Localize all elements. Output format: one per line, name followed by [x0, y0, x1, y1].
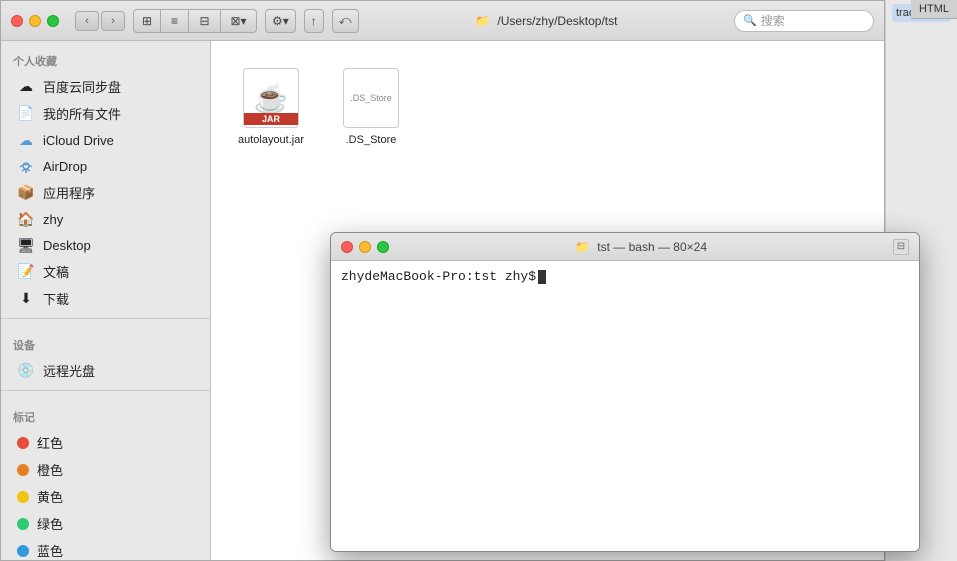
sidebar-item-label: 下载 [43, 289, 69, 308]
terminal-window: 📁 tst — bash — 80×24 ⊟ zhydeMacBook-Pro:… [330, 232, 920, 552]
sidebar-item-label: 黄色 [37, 487, 63, 506]
airdrop-icon [17, 157, 35, 175]
yellow-dot [17, 491, 29, 503]
back-arrow-button[interactable]: ⤺ [332, 9, 359, 33]
sidebar-item-label: 绿色 [37, 514, 63, 533]
sidebar-item-label: Desktop [43, 238, 91, 253]
close-button[interactable] [11, 15, 23, 27]
sidebar-item-green[interactable]: 绿色 [5, 510, 206, 537]
ds-store-icon-inner: .DS_Store [343, 68, 399, 128]
jar-icon-inner: ☕ JAR [243, 68, 299, 128]
sidebar-item-orange[interactable]: 橙色 [5, 456, 206, 483]
terminal-fullscreen-button[interactable] [377, 241, 389, 253]
view-column-button[interactable]: ⊟ [189, 9, 221, 33]
orange-dot [17, 464, 29, 476]
file-item-jar[interactable]: ☕ JAR autolayout.jar [231, 61, 311, 151]
action-gear-button[interactable]: ⚙▾ [265, 9, 296, 33]
coffee-emoji: ☕ [254, 82, 289, 115]
terminal-title-text: tst — bash — 80×24 [597, 240, 707, 254]
forward-button[interactable]: › [101, 11, 125, 31]
disc-icon: 💿 [17, 362, 35, 380]
sidebar-item-label: iCloud Drive [43, 133, 114, 148]
minimize-button[interactable] [29, 15, 41, 27]
icloud-icon: ☁ [17, 131, 35, 149]
jar-icon: ☕ JAR [239, 66, 303, 130]
sidebar-divider [1, 318, 210, 319]
sidebar-item-red[interactable]: 红色 [5, 429, 206, 456]
devices-label: 设备 [1, 325, 210, 357]
home-icon: 🏠 [17, 210, 35, 228]
terminal-close-button[interactable] [341, 241, 353, 253]
sidebar-item-documents[interactable]: 📝 文稿 [5, 258, 206, 285]
share-button[interactable]: ↑ [304, 9, 324, 33]
sidebar-item-label: 文稿 [43, 262, 69, 281]
sidebar-item-yellow[interactable]: 黄色 [5, 483, 206, 510]
view-toggle-group: ⊞ ≡ ⊟ ⊠▾ [133, 9, 257, 33]
red-dot [17, 437, 29, 449]
dsstore-icon: .DS_Store [339, 66, 403, 130]
path-display: 📁 /Users/zhy/Desktop/tst [367, 14, 726, 28]
view-cover-button[interactable]: ⊠▾ [221, 9, 257, 33]
sidebar: 个人收藏 ☁ 百度云同步盘 📄 我的所有文件 ☁ iCloud Drive [1, 41, 211, 560]
sidebar-item-label: 红色 [37, 433, 63, 452]
favorites-label: 个人收藏 [1, 41, 210, 73]
sidebar-item-label: 远程光盘 [43, 361, 95, 380]
terminal-cursor [538, 270, 546, 284]
terminal-title: 📁 tst — bash — 80×24 [397, 240, 885, 254]
terminal-minimize-button[interactable] [359, 241, 371, 253]
file-name-dsstore: .DS_Store [346, 134, 397, 146]
desktop-icon: 🖥 [17, 236, 35, 254]
sidebar-item-blue[interactable]: 蓝色 [5, 537, 206, 560]
terminal-prompt-line: zhydeMacBook-Pro:tst zhy$ [341, 269, 909, 284]
path-folder-icon: 📁 [475, 14, 490, 28]
allfiles-icon: 📄 [17, 105, 35, 123]
terminal-folder-icon: 📁 [575, 240, 593, 254]
sidebar-item-label: 蓝色 [37, 541, 63, 560]
tags-label: 标记 [1, 397, 210, 429]
sidebar-item-label: 橙色 [37, 460, 63, 479]
view-list-button[interactable]: ≡ [161, 9, 189, 33]
baidu-cloud-icon: ☁ [17, 78, 35, 96]
fullscreen-button[interactable] [47, 15, 59, 27]
sidebar-item-airdrop[interactable]: AirDrop [5, 153, 206, 179]
path-text: /Users/zhy/Desktop/tst [497, 14, 617, 28]
sidebar-divider-2 [1, 390, 210, 391]
terminal-body[interactable]: zhydeMacBook-Pro:tst zhy$ [331, 261, 919, 551]
downloads-icon: ⬇ [17, 290, 35, 308]
search-box[interactable]: 🔍 搜索 [734, 10, 874, 32]
finder-titlebar: ‹ › ⊞ ≡ ⊟ ⊠▾ ⚙▾ ↑ ⤺ 📁 /Users/zhy/Desktop… [1, 1, 884, 41]
search-icon: 🔍 [743, 14, 757, 27]
view-icon-button[interactable]: ⊞ [133, 9, 161, 33]
blue-dot [17, 545, 29, 557]
search-placeholder: 搜索 [761, 12, 785, 29]
sidebar-item-label: zhy [43, 212, 63, 227]
sidebar-item-applications[interactable]: 📦 应用程序 [5, 179, 206, 206]
file-grid: ☕ JAR autolayout.jar .DS_Store .DS_Store [231, 61, 864, 151]
back-button[interactable]: ‹ [75, 11, 99, 31]
sidebar-item-allfiles[interactable]: 📄 我的所有文件 [5, 100, 206, 127]
sidebar-item-baidu[interactable]: ☁ 百度云同步盘 [5, 73, 206, 100]
traffic-lights [11, 15, 59, 27]
file-item-dsstore[interactable]: .DS_Store .DS_Store [331, 61, 411, 151]
sidebar-item-downloads[interactable]: ⬇ 下载 [5, 285, 206, 312]
documents-icon: 📝 [17, 263, 35, 281]
green-dot [17, 518, 29, 530]
applications-icon: 📦 [17, 184, 35, 202]
sidebar-item-icloud[interactable]: ☁ iCloud Drive [5, 127, 206, 153]
terminal-maximize-button[interactable]: ⊟ [893, 239, 909, 255]
sidebar-item-desktop[interactable]: 🖥 Desktop [5, 232, 206, 258]
sidebar-item-home[interactable]: 🏠 zhy [5, 206, 206, 232]
sidebar-item-remotedisc[interactable]: 💿 远程光盘 [5, 357, 206, 384]
terminal-prompt-text: zhydeMacBook-Pro:tst zhy$ [341, 269, 536, 284]
sidebar-item-label: 百度云同步盘 [43, 77, 121, 96]
sidebar-item-label: AirDrop [43, 159, 87, 174]
sidebar-item-label: 我的所有文件 [43, 104, 121, 123]
file-name-jar: autolayout.jar [238, 134, 304, 146]
terminal-traffic-lights [341, 241, 389, 253]
sidebar-item-label: 应用程序 [43, 183, 95, 202]
nav-arrows: ‹ › [75, 11, 125, 31]
terminal-titlebar: 📁 tst — bash — 80×24 ⊟ [331, 233, 919, 261]
html-tab[interactable]: HTML [911, 0, 957, 19]
jar-badge: JAR [244, 113, 298, 125]
